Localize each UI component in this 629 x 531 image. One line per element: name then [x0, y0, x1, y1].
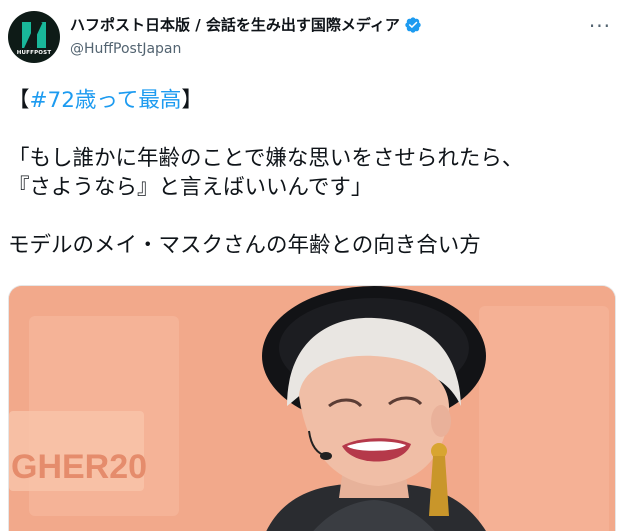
hashtag-link[interactable]: #72歳って最高	[30, 88, 182, 113]
more-options-icon[interactable]: ···	[589, 16, 611, 36]
verified-badge-icon	[405, 16, 421, 33]
quote-line-2: 『さようなら』と言えばいいんです」	[8, 175, 373, 200]
avatar[interactable]: HUFFPOST	[8, 11, 60, 63]
caption-line: モデルのメイ・マスクさんの年齢との向き合い方	[8, 233, 481, 258]
quote-line-1: 「もし誰かに年齢のことで嫌な思いをさせられたら、	[8, 146, 524, 171]
handle[interactable]: @HuffPostJapan	[70, 41, 422, 57]
avatar-logo-text: HUFFPOST	[16, 50, 52, 56]
display-name[interactable]: ハフポスト日本版 / 会話を生み出す国際メディア	[70, 14, 400, 35]
bracket-open: 【	[8, 88, 30, 113]
hashtag-line: 【#72歳って最高】	[8, 86, 618, 115]
display-name-row: ハフポスト日本版 / 会話を生み出す国際メディア	[70, 14, 422, 35]
bracket-close: 】	[181, 88, 203, 113]
backdrop-panel-right	[479, 306, 609, 531]
tweet-photo[interactable]: GHER20	[8, 285, 616, 531]
account-names: ハフポスト日本版 / 会話を生み出す国際メディア @HuffPostJapan	[70, 14, 422, 57]
ear	[431, 405, 451, 437]
backdrop-text: GHER20	[11, 448, 147, 486]
headset-mic	[320, 452, 332, 460]
tweet: HUFFPOST ハフポスト日本版 / 会話を生み出す国際メディア @HuffP…	[0, 0, 629, 531]
photo-illustration: GHER20	[9, 286, 615, 531]
tweet-text: 【#72歳って最高】 「もし誰かに年齢のことで嫌な思いをさせられたら、 『さよう…	[8, 86, 618, 260]
